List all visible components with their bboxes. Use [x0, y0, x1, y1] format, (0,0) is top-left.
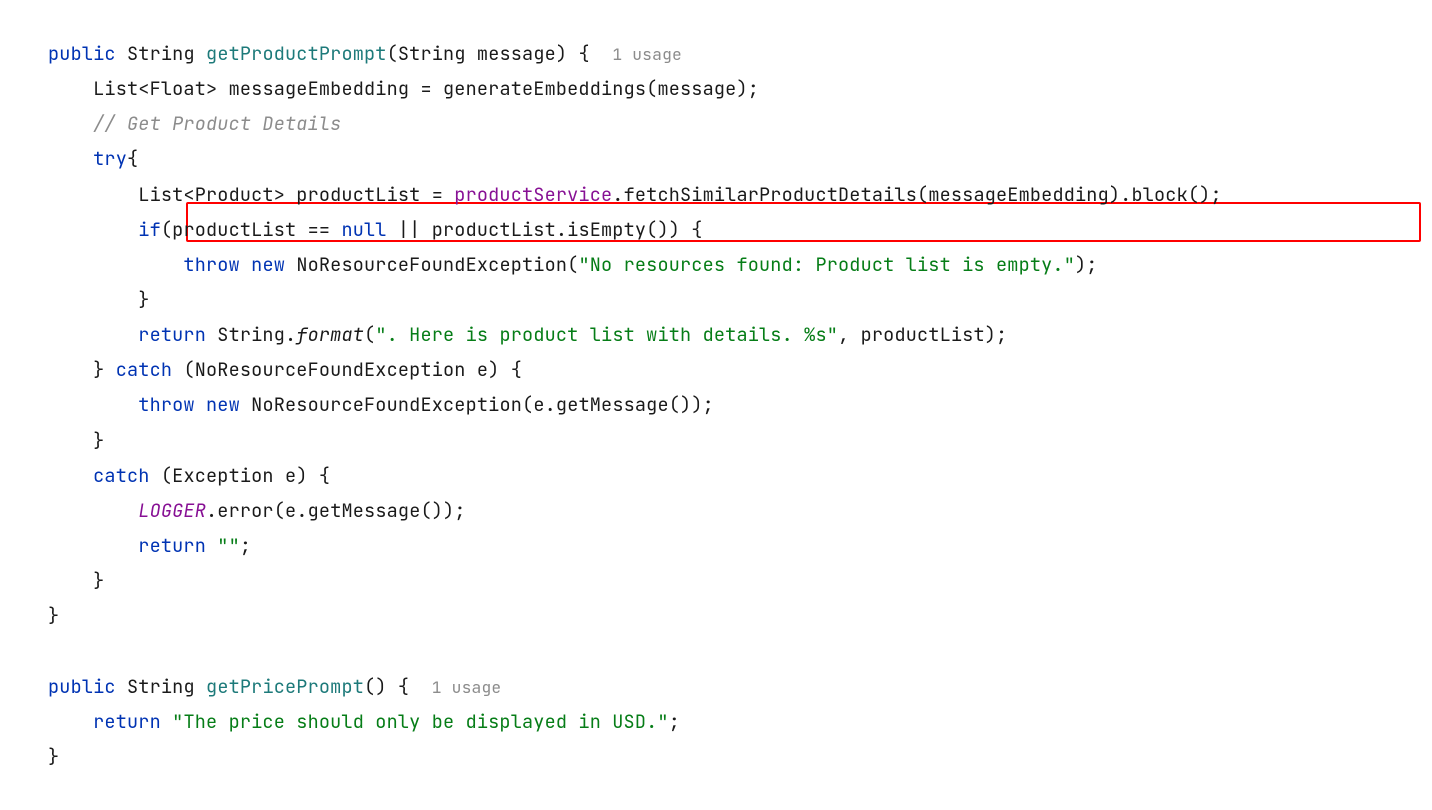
type-list: List — [138, 182, 183, 207]
method-name-getPricePrompt: getPricePrompt — [206, 674, 364, 699]
source-code-block: public String getProductPrompt(String me… — [48, 36, 1384, 774]
usage-hint[interactable]: 1 usage — [432, 676, 502, 698]
arg-message: message — [657, 76, 736, 101]
arg-e: e — [285, 498, 296, 523]
call-generateEmbeddings: generateEmbeddings — [443, 76, 646, 101]
keyword-catch: catch — [93, 463, 149, 488]
type-string: String — [127, 41, 195, 66]
call-format: format — [296, 322, 364, 347]
keyword-return: return — [138, 322, 206, 347]
code-line: if(productList == null || productList.is… — [48, 217, 703, 242]
type-product: Product — [195, 182, 274, 207]
call-getMessage: getMessage — [308, 498, 421, 523]
arg-e: e — [533, 392, 544, 417]
code-line: public String getProductPrompt(String me… — [48, 41, 682, 66]
call-isEmpty: isEmpty — [567, 217, 646, 242]
keyword-throw: throw — [138, 392, 194, 417]
code-line: try{ — [48, 146, 138, 171]
code-line: } catch (NoResourceFoundException e) { — [48, 357, 522, 382]
code-line: } — [48, 428, 104, 453]
code-line: return "The price should only be display… — [48, 709, 680, 734]
comment-get-product-details: // Get Product Details — [93, 111, 341, 136]
type-exception: NoResourceFoundException — [251, 392, 522, 417]
type-exception: NoResourceFoundException — [195, 357, 466, 382]
call-fetchSimilarProductDetails: fetchSimilarProductDetails — [624, 182, 917, 207]
usage-hint[interactable]: 1 usage — [612, 43, 682, 65]
call-getMessage: getMessage — [556, 392, 669, 417]
type-list: List — [93, 76, 138, 101]
keyword-return: return — [138, 533, 206, 558]
keyword-if: if — [138, 217, 161, 242]
keyword-new: new — [251, 252, 285, 277]
type-string: String — [398, 41, 466, 66]
field-productService: productService — [454, 182, 612, 207]
arg-messageEmbedding: messageEmbedding — [928, 182, 1109, 207]
code-line: return String.format(". Here is product … — [48, 322, 1007, 347]
code-line: // Get Product Details — [48, 111, 341, 136]
string-price-usd: "The price should only be displayed in U… — [172, 709, 669, 734]
code-line: } — [48, 744, 59, 769]
keyword-catch: catch — [116, 357, 172, 382]
code-line: List<Product> productList = productServi… — [48, 182, 1222, 207]
type-string: String — [217, 322, 285, 347]
keyword-public: public — [48, 41, 116, 66]
code-line — [48, 638, 59, 663]
call-error: error — [217, 498, 273, 523]
keyword-null: null — [341, 217, 386, 242]
keyword-new: new — [206, 392, 240, 417]
code-line: List<Float> messageEmbedding = generateE… — [48, 76, 759, 101]
var-messageEmbedding: messageEmbedding — [229, 76, 410, 101]
string-empty: "" — [217, 533, 240, 558]
string-here-is-list: ". Here is product list with details. %s… — [375, 322, 838, 347]
call-block: block — [1131, 182, 1187, 207]
method-name-getProductPrompt: getProductPrompt — [206, 41, 387, 66]
code-line: return ""; — [48, 533, 251, 558]
keyword-try: try — [93, 146, 127, 171]
keyword-public: public — [48, 674, 116, 699]
var-e: e — [285, 463, 296, 488]
code-line: throw new NoResourceFoundException("No r… — [48, 252, 1098, 277]
code-line: throw new NoResourceFoundException(e.get… — [48, 392, 714, 417]
type-exception: Exception — [172, 463, 274, 488]
code-line: } — [48, 568, 104, 593]
type-exception: NoResourceFoundException — [296, 252, 567, 277]
string-no-resources: "No resources found: Product list is emp… — [578, 252, 1075, 277]
code-line: public String getPricePrompt() { 1 usage — [48, 674, 501, 699]
type-float: Float — [150, 76, 206, 101]
code-line: catch (Exception e) { — [48, 463, 330, 488]
var-e: e — [477, 357, 488, 382]
code-line: LOGGER.error(e.getMessage()); — [48, 498, 466, 523]
var-productList: productList — [432, 217, 556, 242]
type-string: String — [127, 674, 195, 699]
var-productList: productList — [172, 217, 296, 242]
code-editor-viewport: public String getProductPrompt(String me… — [48, 36, 1384, 774]
param-message: message — [477, 41, 556, 66]
code-line: } — [48, 287, 150, 312]
keyword-return: return — [93, 709, 161, 734]
arg-productList: productList — [861, 322, 985, 347]
code-line: } — [48, 603, 59, 628]
keyword-throw: throw — [183, 252, 239, 277]
var-productList: productList — [296, 182, 420, 207]
field-logger: LOGGER — [138, 498, 206, 523]
